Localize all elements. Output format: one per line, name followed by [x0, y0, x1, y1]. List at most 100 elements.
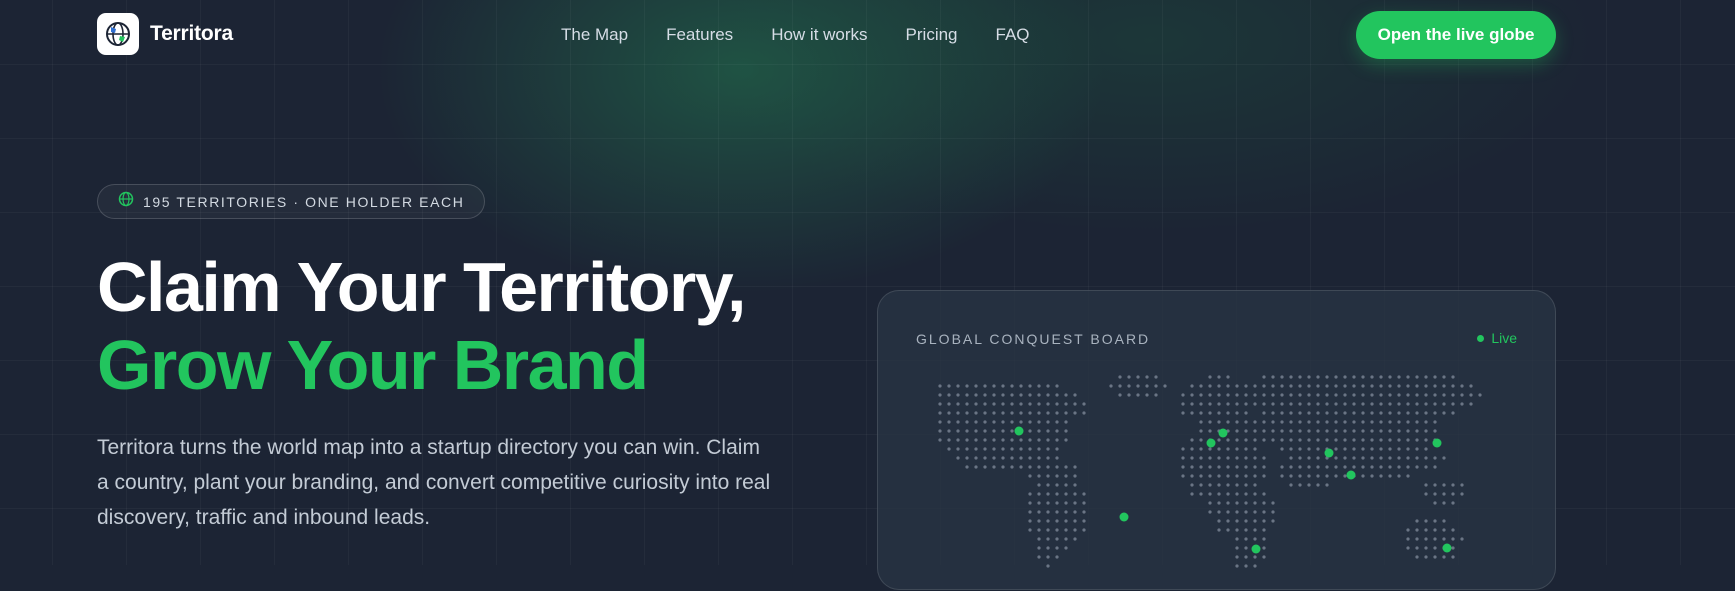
map-dot: [1073, 393, 1077, 397]
map-dot: [1334, 456, 1338, 460]
nav-link-pricing[interactable]: Pricing: [906, 25, 958, 45]
map-dot: [1424, 465, 1428, 469]
map-dot: [1037, 456, 1041, 460]
map-dot: [992, 438, 996, 442]
map-dot: [1046, 528, 1050, 532]
map-dot: [1217, 411, 1221, 415]
nav-link-how-it-works[interactable]: How it works: [771, 25, 867, 45]
map-dot: [1379, 402, 1383, 406]
map-dot: [1370, 402, 1374, 406]
map-dot: [1082, 510, 1086, 514]
claimed-territory-marker[interactable]: [1206, 438, 1216, 448]
globe-icon: [97, 13, 139, 55]
nav-link-faq[interactable]: FAQ: [996, 25, 1030, 45]
claimed-territory-marker[interactable]: [1432, 438, 1442, 448]
claimed-territory-marker[interactable]: [1346, 470, 1356, 480]
map-dot: [1001, 456, 1005, 460]
world-dot-map[interactable]: [878, 291, 1557, 591]
map-dot: [983, 465, 987, 469]
brand[interactable]: Territora: [97, 13, 233, 55]
map-dot: [1280, 375, 1284, 379]
map-dot: [1064, 429, 1068, 433]
map-dot: [1307, 411, 1311, 415]
map-dot: [1073, 411, 1077, 415]
map-dot: [1208, 456, 1212, 460]
map-dot: [992, 393, 996, 397]
claimed-territory-marker[interactable]: [1119, 512, 1129, 522]
map-dot: [1217, 492, 1221, 496]
claimed-territory-marker[interactable]: [1442, 543, 1452, 553]
map-dot: [965, 429, 969, 433]
map-dot: [1397, 429, 1401, 433]
map-dot: [1442, 519, 1446, 523]
map-dot: [1334, 411, 1338, 415]
map-dot: [1064, 546, 1068, 550]
map-dot: [1244, 429, 1248, 433]
claimed-territory-marker[interactable]: [1218, 428, 1228, 438]
map-dot: [1037, 555, 1041, 559]
map-dot: [1424, 555, 1428, 559]
map-dot: [1226, 510, 1230, 514]
map-dot: [1415, 465, 1419, 469]
map-dot: [1307, 402, 1311, 406]
map-dot: [1208, 429, 1212, 433]
map-dot: [1073, 537, 1077, 541]
map-dot: [983, 456, 987, 460]
map-dot: [956, 438, 960, 442]
map-dot: [1262, 474, 1266, 478]
map-dot: [1424, 492, 1428, 496]
claimed-territory-marker[interactable]: [1014, 426, 1024, 436]
map-dot: [1442, 492, 1446, 496]
map-dot: [1379, 447, 1383, 451]
map-dot: [1028, 465, 1032, 469]
map-dot: [1433, 411, 1437, 415]
nav-link-the-map[interactable]: The Map: [561, 25, 628, 45]
map-dot: [1073, 519, 1077, 523]
map-dot: [1181, 447, 1185, 451]
map-dot: [1307, 375, 1311, 379]
map-dot: [1406, 375, 1410, 379]
map-dot: [1208, 501, 1212, 505]
map-dot: [1082, 501, 1086, 505]
map-dot: [1271, 375, 1275, 379]
map-dot: [1289, 438, 1293, 442]
map-dot: [1415, 384, 1419, 388]
nav-link-features[interactable]: Features: [666, 25, 733, 45]
map-dot: [1343, 456, 1347, 460]
map-dot: [1046, 402, 1050, 406]
map-dot: [1064, 393, 1068, 397]
map-dot: [1199, 393, 1203, 397]
map-dot: [1055, 483, 1059, 487]
map-dot: [1217, 465, 1221, 469]
map-dot: [1451, 483, 1455, 487]
map-dot: [1253, 501, 1257, 505]
map-dot: [1271, 510, 1275, 514]
claimed-territory-marker[interactable]: [1324, 448, 1334, 458]
map-dot: [1244, 519, 1248, 523]
map-dot: [1244, 483, 1248, 487]
map-dot: [1343, 375, 1347, 379]
map-dot: [1361, 429, 1365, 433]
map-dot: [1262, 537, 1266, 541]
map-dot: [983, 402, 987, 406]
conquest-board[interactable]: GLOBAL CONQUEST BOARD Live: [877, 290, 1556, 590]
map-dot: [1037, 501, 1041, 505]
map-dot: [1244, 420, 1248, 424]
map-dot: [947, 438, 951, 442]
map-dot: [1145, 393, 1149, 397]
map-dot: [1244, 402, 1248, 406]
map-dot: [1235, 429, 1239, 433]
open-live-globe-button[interactable]: Open the live globe: [1356, 11, 1556, 59]
map-dot: [1289, 375, 1293, 379]
map-dot: [1244, 555, 1248, 559]
claimed-territory-marker[interactable]: [1251, 544, 1261, 554]
map-dot: [1280, 384, 1284, 388]
map-dot: [1217, 501, 1221, 505]
map-dot: [1361, 474, 1365, 478]
map-dot: [1298, 402, 1302, 406]
map-dot: [1253, 510, 1257, 514]
map-dot: [1307, 429, 1311, 433]
map-dot: [1442, 411, 1446, 415]
map-dot: [1352, 375, 1356, 379]
map-dot: [1298, 393, 1302, 397]
